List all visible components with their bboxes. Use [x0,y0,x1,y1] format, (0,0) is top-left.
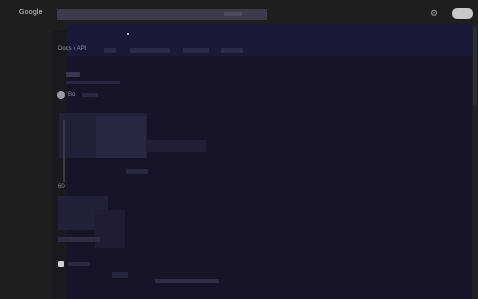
content-block [146,140,206,152]
status-icon [57,91,65,99]
content-panel [95,210,125,248]
content-line [58,237,100,242]
divider [63,120,65,182]
scrollbar-thumb[interactable] [473,26,477,106]
bottom-link[interactable] [155,279,219,283]
account-button[interactable] [452,8,473,19]
checkbox[interactable] [58,261,64,267]
content-header [67,24,472,56]
search-input[interactable] [57,9,267,20]
section-label: 60 [58,184,65,190]
tab-2[interactable] [130,48,170,53]
breadcrumb[interactable]: Docs › API [58,46,86,52]
content-line [82,93,98,97]
content-line [68,262,90,266]
gear-icon[interactable]: ⚙ [430,8,438,19]
tab-3[interactable] [183,48,209,53]
content-panel-inner [96,116,146,158]
main-content [67,24,472,299]
tab-4[interactable] [221,48,243,53]
cursor-dot [127,33,129,35]
section-label: Bo [68,92,76,98]
content-line [126,169,148,174]
content-line [66,72,80,77]
google-logo[interactable]: Google [19,9,43,16]
left-rail [0,30,53,299]
search-clear-icon[interactable] [224,12,242,16]
content-chip [112,272,128,278]
tab-1[interactable] [104,48,116,53]
content-line [66,81,120,84]
